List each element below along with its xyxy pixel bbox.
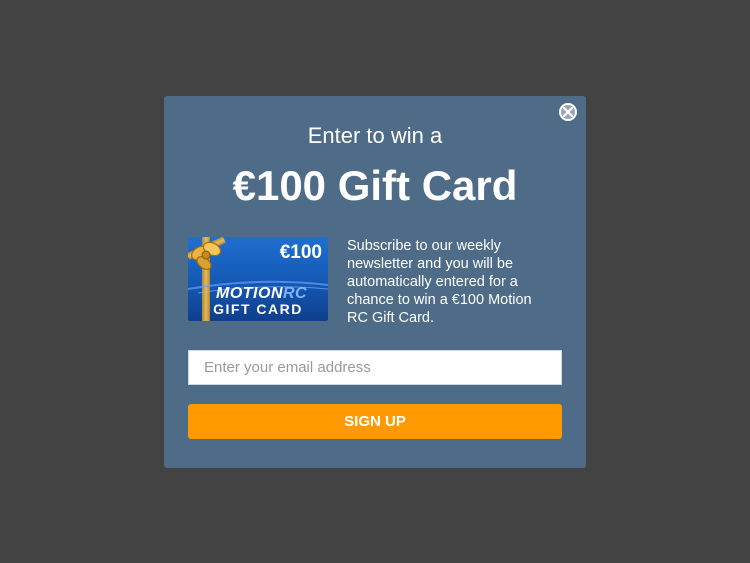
gift-card-amount: €100 xyxy=(279,242,322,263)
close-button[interactable] xyxy=(559,103,577,121)
brand-motion: MOTION xyxy=(216,285,283,302)
brand-rc: RC xyxy=(283,285,308,302)
close-icon xyxy=(563,107,573,117)
headline-title: €100 Gift Card xyxy=(232,162,518,209)
signup-button[interactable]: SIGN UP xyxy=(188,404,562,439)
gift-card-image: €100 MOTIONRC GIFT CARD xyxy=(188,237,328,321)
headline-subtitle: Enter to win a xyxy=(307,123,443,148)
modal-overlay[interactable]: Enter to win a €100 Gift Card €100 MOTIO… xyxy=(0,0,750,563)
email-input[interactable] xyxy=(188,350,562,385)
newsletter-popup: Enter to win a €100 Gift Card €100 MOTIO… xyxy=(164,96,586,468)
popup-description: Subscribe to our weekly newsletter and y… xyxy=(347,238,532,326)
gift-card-label: GIFT CARD xyxy=(213,301,303,317)
gift-bow-icon xyxy=(191,241,222,271)
